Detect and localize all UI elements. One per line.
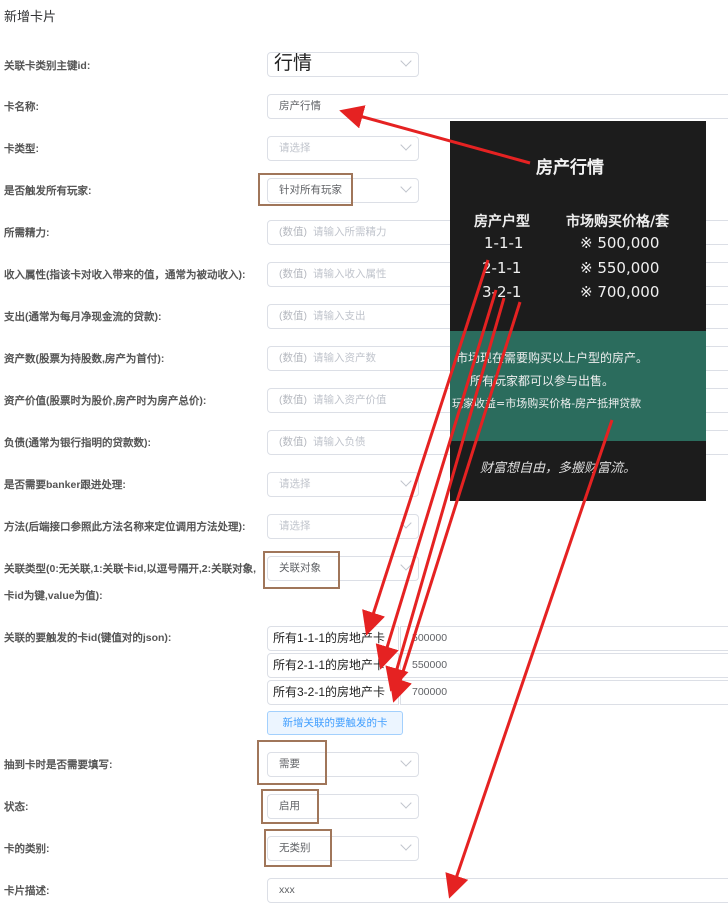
description-value: xxx (279, 884, 295, 896)
card-type-id-select[interactable]: 行情 (267, 52, 419, 77)
trigger-card-key-input[interactable]: 所有3-2-1的房地产卡 (267, 680, 399, 705)
status-select[interactable]: 启用 (267, 794, 419, 819)
photo-line: 所有玩家都可以参与出售。 (470, 374, 615, 388)
trigger-card-value-input[interactable]: 500000 (400, 626, 728, 651)
photo-title: 房产行情 (536, 158, 604, 178)
method-label: 方法(后端接口参照此方法名称来定位调用方法处理): (4, 521, 246, 533)
energy-label: 所需精力: (4, 227, 50, 239)
method-select[interactable]: 请选择 (267, 514, 419, 539)
photo-row-type: 1-1-1 (484, 234, 524, 252)
need-fill-label: 抽到卡时是否需要填写: (4, 759, 113, 771)
asset-value-prefix: (数值) (279, 394, 307, 406)
trigger-card-key-input[interactable]: 所有2-1-1的房地产卡 (267, 653, 399, 678)
income-prefix: (数值) (279, 268, 307, 280)
expense-placeholder: 请输入支出 (313, 310, 366, 322)
link-type-select[interactable]: 关联对象 (267, 556, 419, 581)
asset-count-placeholder: 请输入资产数 (313, 352, 376, 364)
card-kind-label: 卡类型: (4, 143, 39, 155)
banker-select[interactable]: 请选择 (267, 472, 419, 497)
description-input[interactable]: xxx (267, 878, 728, 903)
debt-label: 负债(通常为银行指明的贷款数): (4, 437, 151, 449)
debt-prefix: (数值) (279, 436, 307, 448)
card-name-input[interactable]: 房产行情 (267, 94, 728, 119)
link-type-label-line2: 卡id为键,value为值): (4, 590, 103, 602)
asset-value-placeholder: 请输入资产价值 (313, 394, 387, 406)
add-trigger-card-button[interactable]: 新增关联的要触发的卡 (267, 711, 403, 735)
asset-value-label: 资产价值(股票时为股价,房产时为房产总价): (4, 395, 207, 407)
chevron-down-icon (400, 475, 412, 487)
expense-label: 支出(通常为每月净现金流的贷款): (4, 311, 162, 323)
category-label: 卡的类别: (4, 843, 50, 855)
chevron-down-icon (400, 517, 412, 529)
chevron-down-icon (400, 755, 412, 767)
photo-col-type: 房产户型 (474, 214, 530, 230)
card-name-value: 房产行情 (279, 100, 321, 112)
income-label: 收入属性(指该卡对收入带来的值，通常为被动收入): (4, 269, 246, 281)
status-value: 启用 (279, 800, 300, 812)
trigger-all-value: 针对所有玩家 (279, 184, 342, 196)
photo-row-type: 3-2-1 (482, 283, 522, 301)
trigger-all-select[interactable]: 针对所有玩家 (267, 178, 419, 203)
method-placeholder: 请选择 (279, 520, 311, 532)
debt-placeholder: 请输入负债 (313, 436, 366, 448)
photo-row-price: ※ 550,000 (580, 259, 660, 277)
asset-count-label: 资产数(股票为持股数,房产为首付): (4, 353, 165, 365)
energy-placeholder: 请输入所需精力 (313, 226, 387, 238)
need-fill-select[interactable]: 需要 (267, 752, 419, 777)
chevron-down-icon (400, 839, 412, 851)
photo-line: 市场现在需要购买以上户型的房产。 (456, 351, 649, 365)
card-type-id-value: 行情 (274, 53, 313, 74)
photo-row-price: ※ 500,000 (580, 234, 660, 252)
trigger-card-key-input[interactable]: 所有1-1-1的房地产卡 (267, 626, 399, 651)
description-label: 卡片描述: (4, 885, 50, 897)
trigger-card-value-input[interactable]: 700000 (400, 680, 728, 705)
category-select[interactable]: 无类别 (267, 836, 419, 861)
trigger-all-label: 是否触发所有玩家: (4, 185, 92, 197)
income-placeholder: 请输入收入属性 (313, 268, 387, 280)
card-kind-select[interactable]: 请选择 (267, 136, 419, 161)
card-photo: 房产行情 房产户型 市场购买价格/套 1-1-1 ※ 500,000 2-1-1… (450, 121, 706, 501)
asset-count-prefix: (数值) (279, 352, 307, 364)
link-type-value: 关联对象 (279, 562, 321, 574)
chevron-down-icon (400, 55, 412, 67)
card-name-label: 卡名称: (4, 101, 39, 113)
need-fill-value: 需要 (279, 758, 300, 770)
banker-placeholder: 请选择 (279, 478, 311, 490)
chevron-down-icon (400, 559, 412, 571)
trigger-card-value-input[interactable]: 550000 (400, 653, 728, 678)
energy-prefix: (数值) (279, 226, 307, 238)
expense-prefix: (数值) (279, 310, 307, 322)
banker-label: 是否需要banker跟进处理: (4, 479, 126, 491)
status-label: 状态: (4, 801, 29, 813)
chevron-down-icon (400, 797, 412, 809)
chevron-down-icon (400, 139, 412, 151)
photo-footer: 财富想自由，多搬财富流。 (480, 461, 637, 476)
photo-col-price: 市场购买价格/套 (566, 214, 670, 230)
photo-row-price: ※ 700,000 (580, 283, 660, 301)
photo-line: 玩家收益=市场购买价格-房产抵押贷款 (452, 397, 642, 410)
card-type-id-label: 关联卡类别主键id: (4, 60, 91, 72)
link-type-label-line1: 关联类型(0:无关联,1:关联卡id,以逗号隔开,2:关联对象, (4, 563, 257, 575)
photo-row-type: 2-1-1 (482, 259, 522, 277)
page-title: 新增卡片 (4, 9, 57, 24)
category-value: 无类别 (279, 842, 311, 854)
chevron-down-icon (400, 181, 412, 193)
trigger-cards-label: 关联的要触发的卡id(键值对的json): (4, 632, 172, 644)
card-kind-placeholder: 请选择 (279, 142, 311, 154)
